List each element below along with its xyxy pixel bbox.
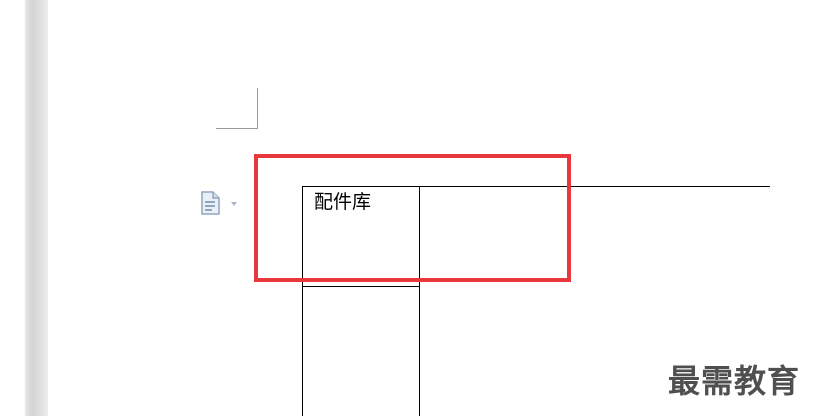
table-row-divider [302,286,420,287]
watermark: 最需教育 [668,362,801,400]
chevron-down-icon[interactable] [231,202,237,206]
paste-options-button[interactable] [200,190,246,216]
window-left-edge [0,0,48,416]
margin-corner-mark-horizontal [216,128,258,129]
margin-corner-mark-vertical [257,88,258,129]
document-paste-icon [200,191,222,215]
highlight-annotation-box [254,154,571,282]
